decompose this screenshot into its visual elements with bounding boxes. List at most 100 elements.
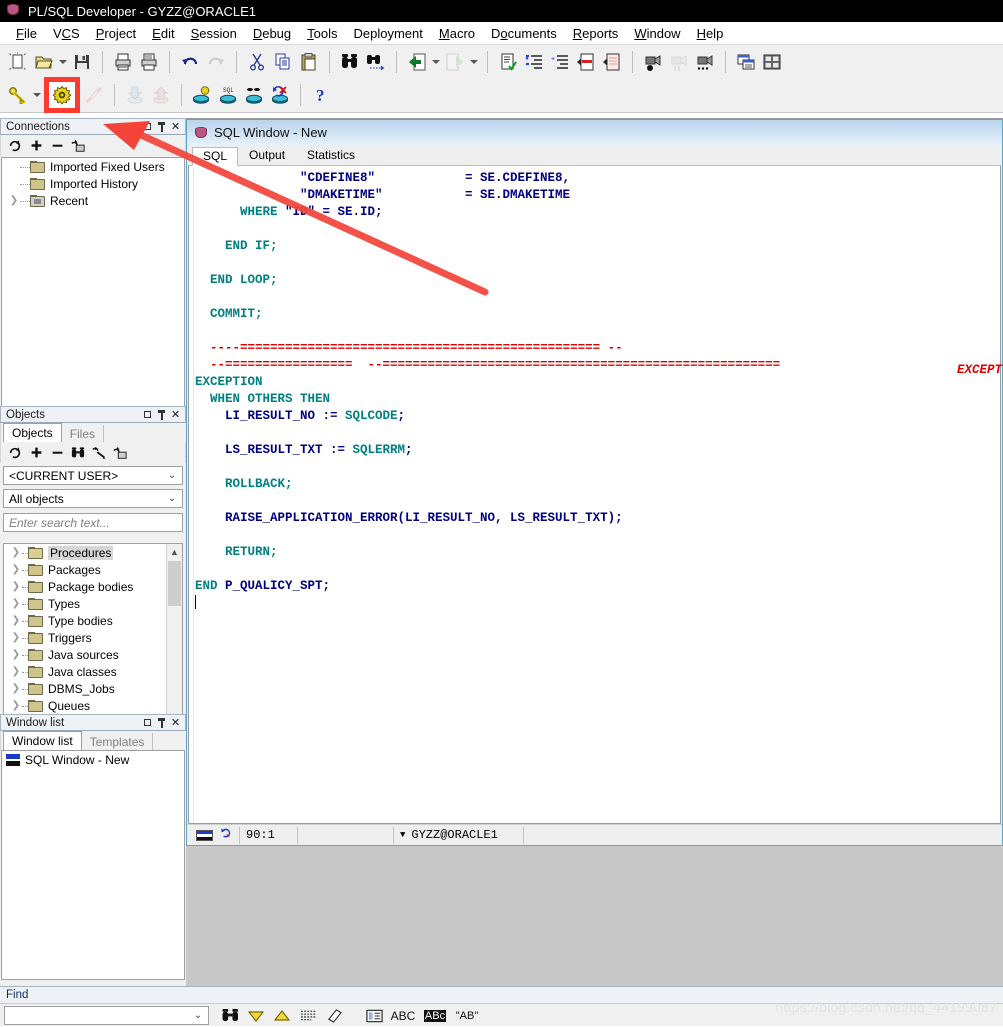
chevron-down-icon[interactable]: ⌄ (190, 1010, 206, 1021)
add-icon[interactable] (28, 445, 44, 461)
print-icon[interactable] (110, 49, 136, 75)
login-dropdown-arrow[interactable] (31, 82, 43, 108)
list-item[interactable]: SQL Window - New (2, 751, 184, 768)
connections-tree[interactable]: Imported Fixed Users Imported History ❯ … (1, 157, 185, 407)
match-case-abc-icon[interactable]: ABC (387, 1006, 419, 1026)
find-binoculars-icon[interactable] (217, 1006, 243, 1026)
login-key-icon[interactable] (5, 82, 31, 108)
properties-icon[interactable] (112, 445, 128, 461)
macro-options-icon[interactable] (692, 49, 718, 75)
menu-deployment[interactable]: Deployment (346, 24, 431, 43)
pin-icon[interactable] (155, 408, 168, 421)
find-next-icon[interactable] (363, 49, 389, 75)
close-icon[interactable]: ✕ (169, 120, 182, 133)
find-input[interactable]: ⌄ (4, 1006, 209, 1025)
tab-window-list[interactable]: Window list (3, 731, 82, 751)
clear-highlight-icon[interactable] (321, 1006, 347, 1026)
refresh-icon[interactable] (7, 445, 23, 461)
expander-chevron-right-icon[interactable]: ❯ (10, 683, 22, 694)
windowlist-list[interactable]: SQL Window - New (1, 750, 185, 980)
remove-icon[interactable] (49, 445, 65, 461)
object-item-procedures[interactable]: ❯ Procedures (4, 544, 169, 561)
object-item-triggers[interactable]: ❯ Triggers (4, 629, 169, 646)
pin-icon[interactable] (155, 716, 168, 729)
sql-window-icon[interactable]: SQL (215, 82, 241, 108)
objects-tree[interactable]: ❯ Procedures ❯ Packages ❯ Package bodies (3, 543, 183, 728)
object-item-types[interactable]: ❯ Types (4, 595, 169, 612)
outdent-icon[interactable]: + (547, 49, 573, 75)
menu-session[interactable]: Session (183, 24, 245, 43)
expander-chevron-right-icon[interactable]: ❯ (10, 615, 22, 626)
paste-icon[interactable] (296, 49, 322, 75)
open-folder-icon[interactable] (31, 49, 57, 75)
highlight-all-icon[interactable] (295, 1006, 321, 1026)
current-user-select[interactable]: <CURRENT USER> ⌄ (3, 466, 183, 485)
go-forward-icon[interactable] (442, 49, 468, 75)
expander-chevron-right-icon[interactable]: ❯ (8, 195, 20, 206)
sql-code-editor[interactable]: "CDEFINE8" = SE.CDEFINE8, "DMAKETIME" = … (188, 165, 1001, 824)
connection-item-recent[interactable]: ❯ Recent (2, 192, 184, 209)
pause-macro-icon[interactable] (666, 49, 692, 75)
menu-documents[interactable]: Documents (483, 24, 565, 43)
new-icon[interactable] (5, 49, 31, 75)
export-icon[interactable] (148, 82, 174, 108)
find-in-window-icon[interactable] (361, 1006, 387, 1026)
expander-chevron-right-icon[interactable]: ❯ (10, 632, 22, 643)
tab-files[interactable]: Files (62, 425, 105, 442)
menu-window[interactable]: Window (626, 24, 688, 43)
connection-cell[interactable]: ▼ GYZZ@ORACLE1 (394, 826, 524, 844)
rollback-icon[interactable] (267, 82, 293, 108)
expander-chevron-right-icon[interactable]: ❯ (10, 547, 22, 558)
object-item-packages[interactable]: ❯ Packages (4, 561, 169, 578)
expander-chevron-right-icon[interactable]: ❯ (10, 700, 22, 711)
tab-statistics[interactable]: Statistics (296, 146, 366, 165)
expander-chevron-right-icon[interactable]: ❯ (10, 649, 22, 660)
go-back-dropdown-arrow[interactable] (430, 49, 442, 75)
gear-settings-icon[interactable] (44, 77, 80, 113)
object-filter-select[interactable]: All objects ⌄ (3, 489, 183, 508)
maximize-icon[interactable] (141, 120, 154, 133)
sql-window-titlebar[interactable]: SQL Window - New (187, 120, 1002, 145)
maximize-icon[interactable] (141, 716, 154, 729)
object-item-type-bodies[interactable]: ❯ Type bodies (4, 612, 169, 629)
match-highlight-icon[interactable]: ABc (419, 1006, 451, 1026)
indent-icon[interactable]: + (521, 49, 547, 75)
expander-chevron-right-icon[interactable]: ❯ (10, 564, 22, 575)
tab-templates[interactable]: Templates (82, 733, 154, 750)
pin-icon[interactable] (155, 120, 168, 133)
menu-edit[interactable]: Edit (144, 24, 182, 43)
expander-chevron-right-icon[interactable]: ❯ (10, 598, 22, 609)
menu-project[interactable]: Project (88, 24, 144, 43)
comment-icon[interactable] (573, 49, 599, 75)
close-icon[interactable]: ✕ (169, 408, 182, 421)
menu-help[interactable]: Help (689, 24, 732, 43)
record-macro-icon[interactable] (640, 49, 666, 75)
objects-search-input[interactable]: Enter search text... (3, 513, 183, 532)
find-previous-up-icon[interactable] (269, 1006, 295, 1026)
command-window-icon[interactable] (241, 82, 267, 108)
remove-icon[interactable] (49, 138, 65, 154)
cut-icon[interactable] (244, 49, 270, 75)
scroll-up-arrow-icon[interactable]: ▲ (167, 544, 182, 559)
menu-tools[interactable]: Tools (299, 24, 345, 43)
menu-macro[interactable]: Macro (431, 24, 483, 43)
undo-icon[interactable] (177, 49, 203, 75)
object-item-java-classes[interactable]: ❯ Java classes (4, 663, 169, 680)
expander-chevron-right-icon[interactable]: ❯ (10, 581, 22, 592)
properties-icon[interactable] (70, 138, 86, 154)
connection-dropdown-arrow-icon[interactable]: ▼ (400, 830, 405, 840)
break-connection-icon[interactable] (81, 82, 107, 108)
test-window-icon[interactable] (189, 82, 215, 108)
print-preview-icon[interactable] (136, 49, 162, 75)
menu-reports[interactable]: Reports (565, 24, 627, 43)
go-forward-dropdown-arrow[interactable] (468, 49, 480, 75)
object-item-package-bodies[interactable]: ❯ Package bodies (4, 578, 169, 595)
objects-tree-scrollbar[interactable]: ▲ ▼ (166, 544, 182, 727)
maximize-icon[interactable] (141, 408, 154, 421)
copy-icon[interactable] (270, 49, 296, 75)
find-icon[interactable] (337, 49, 363, 75)
object-item-queues[interactable]: ❯ Queues (4, 697, 169, 714)
connection-item-imported-history[interactable]: Imported History (2, 175, 184, 192)
tab-sql[interactable]: SQL (192, 147, 239, 166)
object-item-java-sources[interactable]: ❯ Java sources (4, 646, 169, 663)
